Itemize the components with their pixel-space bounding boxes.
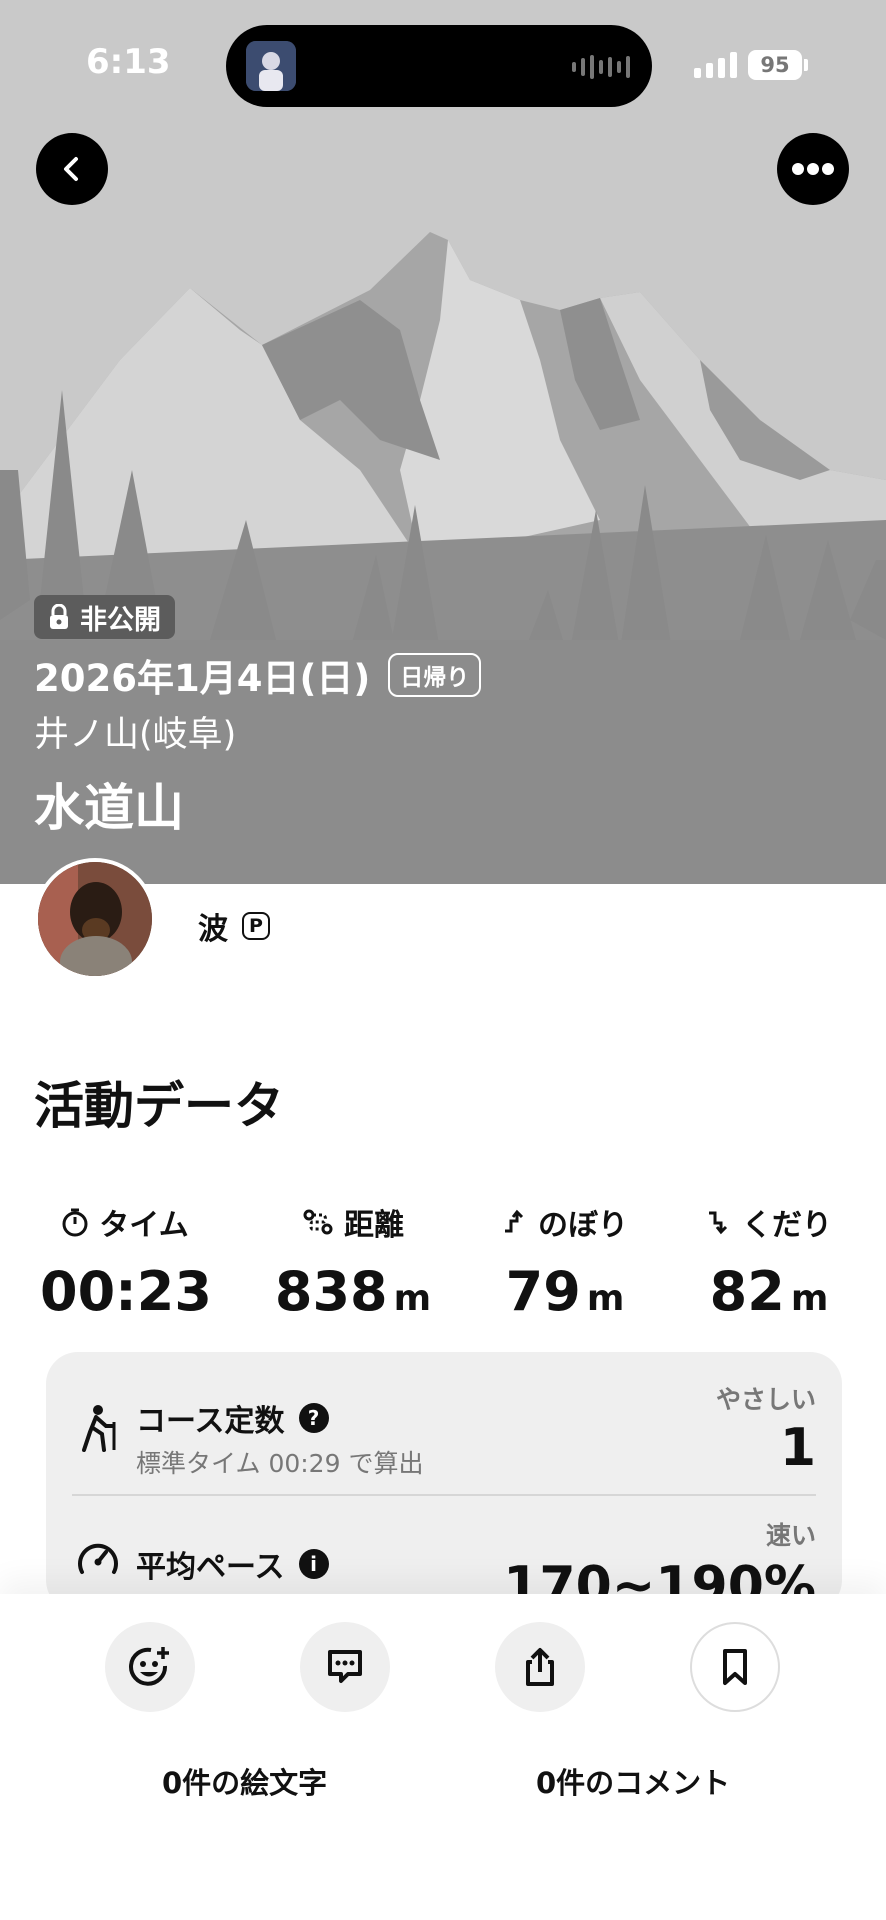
ascent-icon [505, 1209, 524, 1233]
activity-title: 水道山 [34, 779, 184, 837]
comment-icon [328, 1650, 362, 1683]
stat-label: タイム [99, 1208, 189, 1243]
standard-time-note: 標準タイム 00:29 で算出 [136, 1449, 424, 1478]
bottom-action-bar: 0件の絵文字 0件のコメント [0, 1594, 886, 1920]
bookmark-icon [723, 1649, 747, 1685]
privacy-badge: 非公開 [34, 595, 175, 639]
hiker-icon [82, 1405, 116, 1452]
hero-header: 6:13 95 非公開 2026年1月4日(日) 日帰り 井ノ山(岐阜) 水道山 [0, 0, 886, 884]
audio-wave-icon [572, 55, 630, 79]
comment-count[interactable]: 0件のコメント [536, 1760, 730, 1802]
pace-speed-label: 速い [765, 1521, 816, 1550]
stat-distance: 距離 838 m [268, 1200, 438, 1323]
route-icon [303, 1209, 333, 1235]
speedometer-icon [78, 1543, 118, 1574]
help-icon[interactable]: ? [298, 1403, 329, 1433]
divider [72, 1494, 816, 1496]
dynamic-island[interactable] [226, 25, 652, 107]
course-info-card: コース定数 ? 標準タイム 00:29 で算出 やさしい 1 平均ペース i 速… [46, 1352, 842, 1612]
battery-indicator: 95 [748, 50, 802, 80]
stat-value: 838 [274, 1260, 388, 1323]
stat-descent: くだり 82 m [694, 1200, 844, 1323]
now-playing-thumbnail [246, 41, 296, 91]
stat-label: くだり [742, 1208, 832, 1243]
add-emoji-icon [129, 1647, 169, 1686]
stat-unit: m [586, 1278, 625, 1319]
stat-ascent: のぼり 79 m [490, 1200, 640, 1323]
lock-icon [50, 604, 68, 629]
status-bar: 6:13 95 [0, 0, 886, 130]
section-title: 活動データ [34, 1077, 284, 1135]
info-icon[interactable]: i [298, 1549, 329, 1579]
difficulty-label: やさしい [715, 1385, 816, 1414]
stat-unit: m [790, 1278, 829, 1319]
back-button[interactable] [36, 133, 108, 205]
average-pace-title: 平均ペース [136, 1550, 285, 1585]
course-constant-value: 1 [779, 1418, 816, 1478]
date-row: 2026年1月4日(日) 日帰り [34, 648, 482, 702]
bookmark-button[interactable] [690, 1622, 780, 1712]
emoji-count[interactable]: 0件の絵文字 [162, 1760, 327, 1802]
avatar[interactable] [34, 858, 156, 980]
share-button[interactable] [495, 1622, 585, 1712]
comment-button[interactable] [300, 1622, 390, 1712]
stat-time: タイム 00:23 [40, 1200, 212, 1323]
status-time: 6:13 [86, 42, 171, 82]
area-name[interactable]: 井ノ山(岐阜) [34, 706, 236, 757]
stat-unit: m [393, 1278, 432, 1319]
more-options-button[interactable] [777, 133, 849, 205]
battery-tip [804, 59, 808, 71]
stat-value: 79 [505, 1260, 581, 1323]
user-info[interactable]: 波 P [198, 904, 270, 948]
add-emoji-button[interactable] [105, 1622, 195, 1712]
cellular-signal-icon [694, 52, 737, 78]
stat-value: 00:23 [40, 1260, 212, 1323]
stopwatch-icon [62, 1208, 88, 1237]
descent-icon [709, 1211, 728, 1235]
stat-label: のぼり [538, 1208, 628, 1243]
privacy-label: 非公開 [80, 604, 161, 636]
activity-date: 2026年1月4日(日) [34, 657, 371, 700]
premium-badge: P [242, 912, 270, 940]
stat-label: 距離 [344, 1208, 404, 1243]
stat-value: 82 [709, 1260, 785, 1323]
chevron-left-icon [64, 157, 78, 181]
ellipsis-icon [792, 163, 834, 175]
course-constant-title: コース定数 [136, 1404, 285, 1439]
username: 波 [198, 912, 228, 947]
share-icon [526, 1648, 554, 1686]
course-constant-row[interactable]: コース定数 ? 標準タイム 00:29 で算出 やさしい 1 [46, 1352, 842, 1494]
trip-type-badge: 日帰り [388, 653, 482, 697]
